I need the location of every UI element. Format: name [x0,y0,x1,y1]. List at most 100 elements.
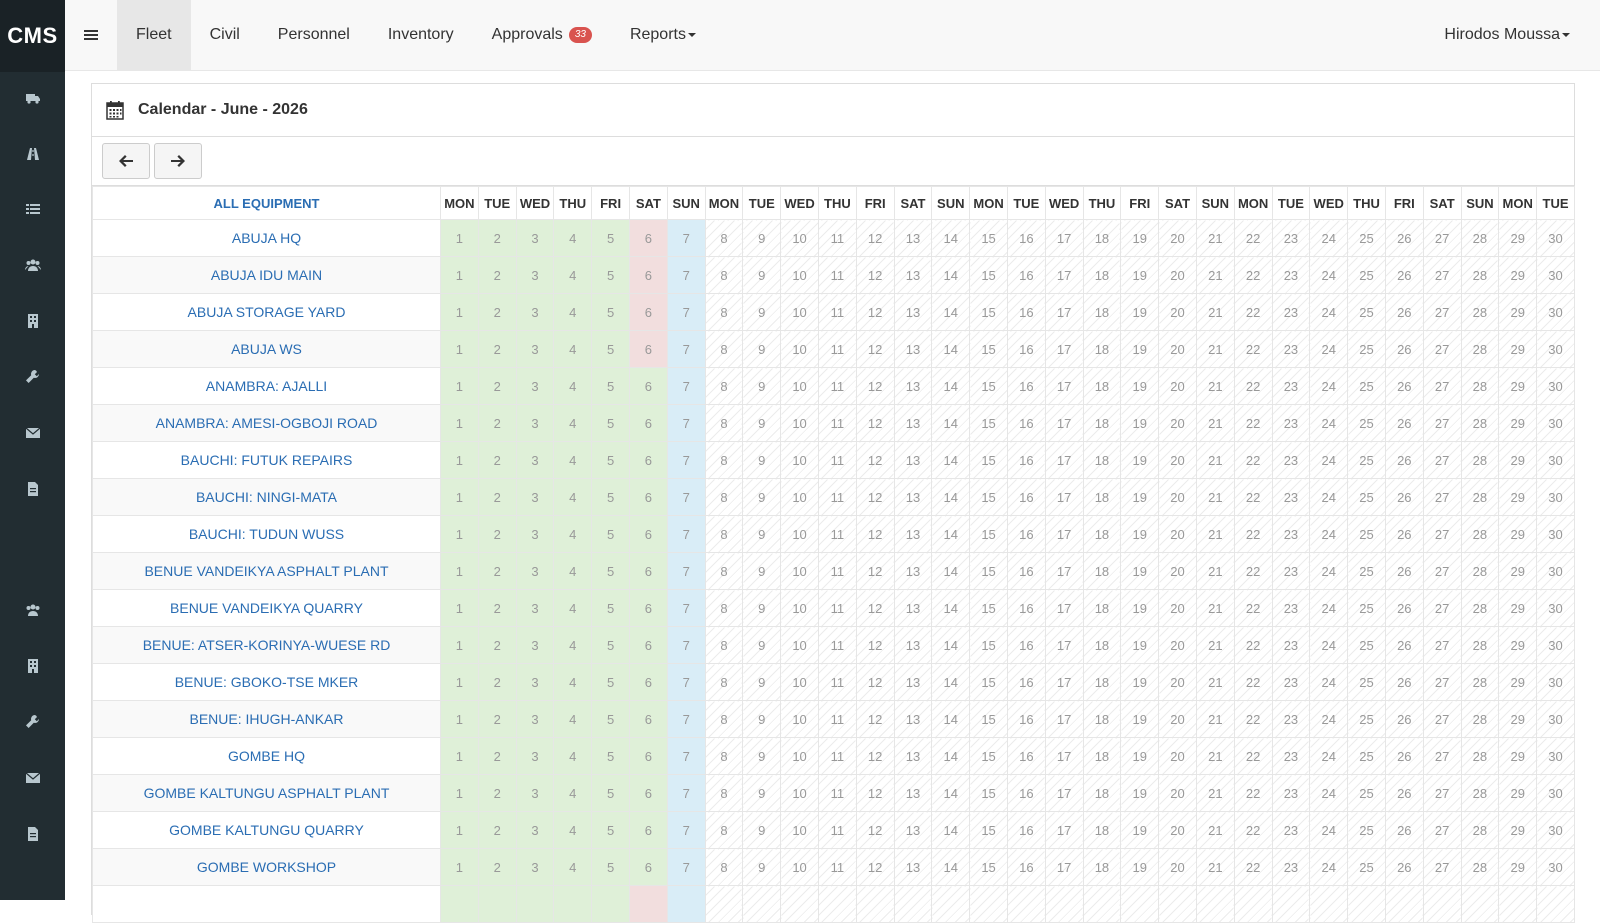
calendar-day-cell[interactable]: 26 [1384,441,1424,479]
calendar-day-cell[interactable]: 21 [1195,663,1235,701]
calendar-day-cell[interactable]: 25 [1347,478,1386,516]
calendar-day-cell[interactable]: 28 [1460,700,1500,738]
building-icon[interactable] [0,646,65,686]
calendar-day-cell[interactable]: 14 [931,367,971,405]
calendar-day-cell[interactable]: 24 [1309,478,1349,516]
calendar-day-cell[interactable]: 19 [1120,663,1160,701]
calendar-day-cell[interactable]: 17 [1044,848,1084,886]
calendar-day-cell[interactable] [1271,885,1311,923]
calendar-day-cell[interactable]: 10 [780,700,819,738]
calendar-day-cell[interactable]: 12 [855,441,895,479]
calendar-day-cell[interactable]: 1 [440,256,479,294]
equipment-location-link[interactable]: BAUCHI: NINGI-MATA [92,478,441,516]
calendar-day-cell[interactable]: 24 [1309,626,1349,664]
calendar-day-cell[interactable]: 26 [1384,219,1424,257]
calendar-day-cell[interactable]: 11 [817,256,857,294]
calendar-day-cell[interactable]: 26 [1384,626,1424,664]
calendar-day-cell[interactable] [1384,885,1424,923]
calendar-day-cell[interactable]: 27 [1422,626,1462,664]
calendar-day-cell[interactable]: 16 [1006,552,1046,590]
calendar-day-cell[interactable]: 1 [440,367,479,405]
calendar-day-cell[interactable]: 2 [477,737,517,775]
calendar-day-cell[interactable]: 14 [931,478,971,516]
calendar-day-cell[interactable]: 2 [477,626,517,664]
calendar-day-cell[interactable]: 15 [969,663,1008,701]
calendar-day-cell[interactable]: 3 [515,626,555,664]
wrench-icon[interactable] [0,702,65,742]
calendar-day-cell[interactable] [1422,885,1462,923]
calendar-day-cell[interactable]: 28 [1460,737,1500,775]
calendar-day-cell[interactable]: 17 [1044,811,1084,849]
wrench-icon[interactable] [0,357,65,397]
calendar-day-cell[interactable]: 7 [666,774,706,812]
calendar-day-cell[interactable]: 7 [666,478,706,516]
calendar-day-cell[interactable]: 29 [1498,848,1538,886]
calendar-day-cell[interactable]: 8 [704,774,744,812]
calendar-day-cell[interactable]: 30 [1536,552,1575,590]
calendar-day-cell[interactable]: 30 [1536,589,1575,627]
calendar-day-cell[interactable]: 21 [1195,515,1235,553]
calendar-day-cell[interactable]: 4 [553,663,593,701]
calendar-day-cell[interactable]: 12 [855,700,895,738]
calendar-day-cell[interactable]: 18 [1082,811,1122,849]
calendar-day-cell[interactable]: 17 [1044,293,1084,331]
calendar-day-cell[interactable]: 29 [1498,478,1538,516]
calendar-day-cell[interactable]: 26 [1384,774,1424,812]
calendar-day-cell[interactable]: 18 [1082,589,1122,627]
calendar-day-cell[interactable]: 5 [591,700,630,738]
calendar-day-cell[interactable]: 8 [704,515,744,553]
calendar-day-cell[interactable]: 14 [931,219,971,257]
calendar-day-cell[interactable]: 1 [440,293,479,331]
calendar-day-cell[interactable]: 26 [1384,700,1424,738]
calendar-day-cell[interactable]: 4 [553,848,593,886]
equipment-location-link[interactable]: ANAMBRA: AJALLI [92,367,441,405]
calendar-day-cell[interactable]: 12 [855,848,895,886]
menu-toggle-icon[interactable] [65,0,117,70]
calendar-day-cell[interactable]: 17 [1044,552,1084,590]
calendar-day-cell[interactable]: 5 [591,367,630,405]
calendar-day-cell[interactable]: 16 [1006,256,1046,294]
calendar-day-cell[interactable]: 15 [969,256,1008,294]
calendar-day-cell[interactable]: 27 [1422,404,1462,442]
calendar-day-cell[interactable]: 25 [1347,552,1386,590]
calendar-day-cell[interactable]: 13 [893,589,933,627]
calendar-day-cell[interactable]: 19 [1120,404,1160,442]
calendar-day-cell[interactable]: 14 [931,293,971,331]
calendar-day-cell[interactable]: 11 [817,737,857,775]
calendar-day-cell[interactable]: 21 [1195,256,1235,294]
calendar-day-cell[interactable]: 20 [1158,404,1197,442]
calendar-day-cell[interactable]: 12 [855,663,895,701]
calendar-day-cell[interactable]: 11 [817,515,857,553]
calendar-day-cell[interactable]: 14 [931,848,971,886]
calendar-day-cell[interactable]: 9 [742,293,782,331]
calendar-day-cell[interactable]: 12 [855,589,895,627]
calendar-day-cell[interactable] [817,885,857,923]
calendar-day-cell[interactable]: 26 [1384,404,1424,442]
calendar-day-cell[interactable]: 30 [1536,515,1575,553]
calendar-day-cell[interactable]: 23 [1271,848,1311,886]
calendar-day-cell[interactable]: 21 [1195,293,1235,331]
calendar-day-cell[interactable]: 19 [1120,219,1160,257]
calendar-day-cell[interactable] [553,885,593,923]
calendar-day-cell[interactable]: 27 [1422,589,1462,627]
calendar-day-cell[interactable]: 21 [1195,774,1235,812]
calendar-day-cell[interactable]: 10 [780,256,819,294]
calendar-day-cell[interactable]: 21 [1195,441,1235,479]
calendar-day-cell[interactable]: 22 [1233,441,1273,479]
calendar-day-cell[interactable]: 5 [591,848,630,886]
calendar-day-cell[interactable]: 22 [1233,330,1273,368]
calendar-day-cell[interactable]: 1 [440,737,479,775]
calendar-day-cell[interactable]: 4 [553,367,593,405]
calendar-day-cell[interactable]: 22 [1233,626,1273,664]
calendar-day-cell[interactable] [893,885,933,923]
calendar-day-cell[interactable]: 19 [1120,700,1160,738]
nav-inventory[interactable]: Inventory [369,0,473,70]
calendar-day-cell[interactable]: 11 [817,589,857,627]
equipment-location-link[interactable]: ABUJA WS [92,330,441,368]
calendar-day-cell[interactable]: 18 [1082,367,1122,405]
calendar-day-cell[interactable]: 6 [628,700,668,738]
equipment-location-link[interactable]: BENUE VANDEIKYA ASPHALT PLANT [92,552,441,590]
calendar-day-cell[interactable]: 5 [591,441,630,479]
calendar-day-cell[interactable]: 21 [1195,552,1235,590]
calendar-day-cell[interactable]: 22 [1233,219,1273,257]
